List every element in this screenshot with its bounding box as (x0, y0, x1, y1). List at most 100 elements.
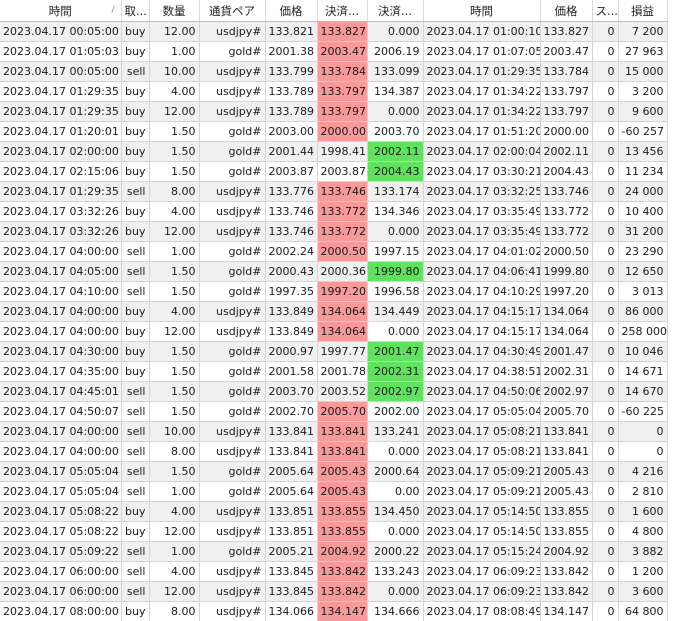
cell-symbol: usdjpy# (199, 561, 266, 582)
table-row[interactable]: 2023.04.17 05:05:04 sell 1.00 gold# 2005.64 2… (0, 481, 668, 502)
table-row[interactable]: 2023.04.17 02:00:00 buy 1.50 gold# 2001.44 19… (0, 141, 668, 162)
table-row[interactable]: 2023.04.17 06:00:00 sell 12.00 usdjpy# 133.8… (0, 581, 668, 602)
cell-stop-loss: 133.772 (317, 221, 368, 242)
cell-symbol: gold# (199, 361, 266, 382)
cell-profit: 258 000 (618, 321, 668, 342)
cell-close-time: 2023.04.17 04:01:02 (423, 241, 541, 262)
cell-take-profit: 2004.43 (367, 161, 424, 182)
cell-profit: 4 800 (618, 521, 668, 542)
cell-take-profit: 0.000 (367, 521, 424, 542)
table-row[interactable]: 2023.04.17 01:05:03 buy 1.00 gold# 2001.38 20… (0, 41, 668, 62)
table-row[interactable]: 2023.04.17 04:00:00 buy 12.00 usdjpy# 133.84… (0, 321, 668, 342)
table-row[interactable]: 2023.04.17 01:29:35 sell 8.00 usdjpy# 133.77… (0, 181, 668, 202)
cell-open-price: 2002.70 (265, 401, 318, 422)
table-row[interactable]: 2023.04.17 04:10:00 sell 1.50 gold# 1997.35 1… (0, 281, 668, 302)
cell-close-price: 2004.43 (540, 161, 593, 182)
cell-type: buy (121, 221, 150, 242)
cell-type: buy (121, 601, 150, 621)
cell-profit: 3 200 (618, 81, 668, 102)
cell-open-price: 1997.35 (265, 281, 318, 302)
cell-swap: 0 (592, 481, 619, 502)
cell-profit: 1 600 (618, 501, 668, 522)
cell-swap: 0 (592, 221, 619, 242)
cell-close-price: 134.064 (540, 301, 593, 322)
table-row[interactable]: 2023.04.17 01:29:35 buy 12.00 usdjpy# 133.78… (0, 101, 668, 122)
cell-volume: 1.00 (149, 541, 200, 562)
table-row[interactable]: 2023.04.17 01:20:01 buy 1.50 gold# 2003.00 20… (0, 121, 668, 142)
cell-symbol: usdjpy# (199, 601, 266, 621)
cell-symbol: gold# (199, 161, 266, 182)
cell-volume: 1.50 (149, 161, 200, 182)
table-row[interactable]: 2023.04.17 05:05:04 sell 1.50 gold# 2005.64 2… (0, 461, 668, 482)
cell-take-profit: 134.346 (367, 201, 424, 222)
cell-profit: -60 257 (618, 121, 668, 142)
table-row[interactable]: 2023.04.17 04:00:00 sell 1.00 gold# 2002.24 2… (0, 241, 668, 262)
table-row[interactable]: 2023.04.17 03:32:26 buy 4.00 usdjpy# 133.746… (0, 201, 668, 222)
col-header-profit[interactable]: 損益 (618, 0, 668, 22)
cell-swap: 0 (592, 581, 619, 602)
cell-open-time: 2023.04.17 05:05:04 (0, 461, 122, 482)
trade-history-table: 時間 / 取... 数量 通貨ペア 価格 決済... 決済... 時間 価格 ス.… (0, 0, 668, 621)
cell-close-price: 133.855 (540, 501, 593, 522)
col-header-symbol[interactable]: 通貨ペア (199, 0, 266, 22)
cell-profit: 0 (618, 421, 668, 442)
cell-close-price: 134.147 (540, 601, 593, 621)
cell-volume: 1.50 (149, 141, 200, 162)
cell-close-time: 2023.04.17 02:00:04 (423, 141, 541, 162)
col-header-close-price[interactable]: 価格 (540, 0, 593, 22)
table-row[interactable]: 2023.04.17 04:30:00 buy 1.50 gold# 2000.97 19… (0, 341, 668, 362)
cell-take-profit: 0.000 (367, 581, 424, 602)
table-row[interactable]: 2023.04.17 01:29:35 buy 4.00 usdjpy# 133.789… (0, 81, 668, 102)
table-row[interactable]: 2023.04.17 04:00:00 buy 4.00 usdjpy# 133.849… (0, 301, 668, 322)
cell-type: sell (121, 381, 150, 402)
table-row[interactable]: 2023.04.17 05:08:22 buy 12.00 usdjpy# 133.85… (0, 521, 668, 542)
cell-volume: 12.00 (149, 101, 200, 122)
col-header-open-price[interactable]: 価格 (265, 0, 318, 22)
table-row[interactable]: 2023.04.17 08:00:00 buy 8.00 usdjpy# 134.066… (0, 601, 668, 621)
cell-close-time: 2023.04.17 06:09:23 (423, 561, 541, 582)
cell-profit: 27 963 (618, 41, 668, 62)
table-row[interactable]: 2023.04.17 05:09:22 sell 1.00 gold# 2005.21 2… (0, 541, 668, 562)
cell-profit: 4 216 (618, 461, 668, 482)
col-header-stop-loss[interactable]: 決済... (317, 0, 368, 22)
table-row[interactable]: 2023.04.17 04:00:00 sell 10.00 usdjpy# 133.8… (0, 421, 668, 442)
cell-close-time: 2023.04.17 04:10:29 (423, 281, 541, 302)
col-header-open-time[interactable]: 時間 / (0, 0, 122, 22)
cell-open-time: 2023.04.17 01:29:35 (0, 81, 122, 102)
cell-swap: 0 (592, 521, 619, 542)
cell-take-profit: 2002.31 (367, 361, 424, 382)
cell-close-price: 133.746 (540, 181, 593, 202)
cell-open-time: 2023.04.17 04:30:00 (0, 341, 122, 362)
table-row[interactable]: 2023.04.17 04:35:00 buy 1.50 gold# 2001.58 20… (0, 361, 668, 382)
cell-symbol: usdjpy# (199, 521, 266, 542)
cell-volume: 1.50 (149, 461, 200, 482)
col-header-take-profit[interactable]: 決済... (367, 0, 424, 22)
table-row[interactable]: 2023.04.17 04:50:07 sell 1.50 gold# 2002.70 2… (0, 401, 668, 422)
table-row[interactable]: 2023.04.17 05:08:22 buy 4.00 usdjpy# 133.851… (0, 501, 668, 522)
cell-close-time: 2023.04.17 04:30:49 (423, 341, 541, 362)
table-row[interactable]: 2023.04.17 03:32:26 buy 12.00 usdjpy# 133.74… (0, 221, 668, 242)
col-header-swap[interactable]: ス... (592, 0, 619, 22)
table-row[interactable]: 2023.04.17 00:05:00 sell 10.00 usdjpy# 133.7… (0, 61, 668, 82)
table-row[interactable]: 2023.04.17 04:00:00 sell 8.00 usdjpy# 133.84… (0, 441, 668, 462)
col-header-close-time[interactable]: 時間 (423, 0, 541, 22)
cell-close-price: 133.797 (540, 81, 593, 102)
cell-take-profit: 0.000 (367, 441, 424, 462)
cell-volume: 12.00 (149, 21, 200, 42)
cell-open-time: 2023.04.17 05:08:22 (0, 501, 122, 522)
table-row[interactable]: 2023.04.17 04:45:01 sell 1.50 gold# 2003.70 2… (0, 381, 668, 402)
cell-profit: 15 000 (618, 61, 668, 82)
cell-type: sell (121, 281, 150, 302)
col-header-volume[interactable]: 数量 (149, 0, 200, 22)
cell-open-price: 2003.00 (265, 121, 318, 142)
table-row[interactable]: 2023.04.17 00:05:00 buy 12.00 usdjpy# 133.82… (0, 21, 668, 42)
cell-symbol: gold# (199, 481, 266, 502)
table-row[interactable]: 2023.04.17 04:05:00 sell 1.50 gold# 2000.43 2… (0, 261, 668, 282)
cell-volume: 4.00 (149, 81, 200, 102)
col-header-type[interactable]: 取... (121, 0, 150, 22)
table-row[interactable]: 2023.04.17 06:00:00 sell 4.00 usdjpy# 133.84… (0, 561, 668, 582)
cell-open-time: 2023.04.17 01:29:35 (0, 181, 122, 202)
cell-stop-loss: 2003.87 (317, 161, 368, 182)
cell-open-price: 133.789 (265, 101, 318, 122)
table-row[interactable]: 2023.04.17 02:15:06 buy 1.50 gold# 2003.87 20… (0, 161, 668, 182)
